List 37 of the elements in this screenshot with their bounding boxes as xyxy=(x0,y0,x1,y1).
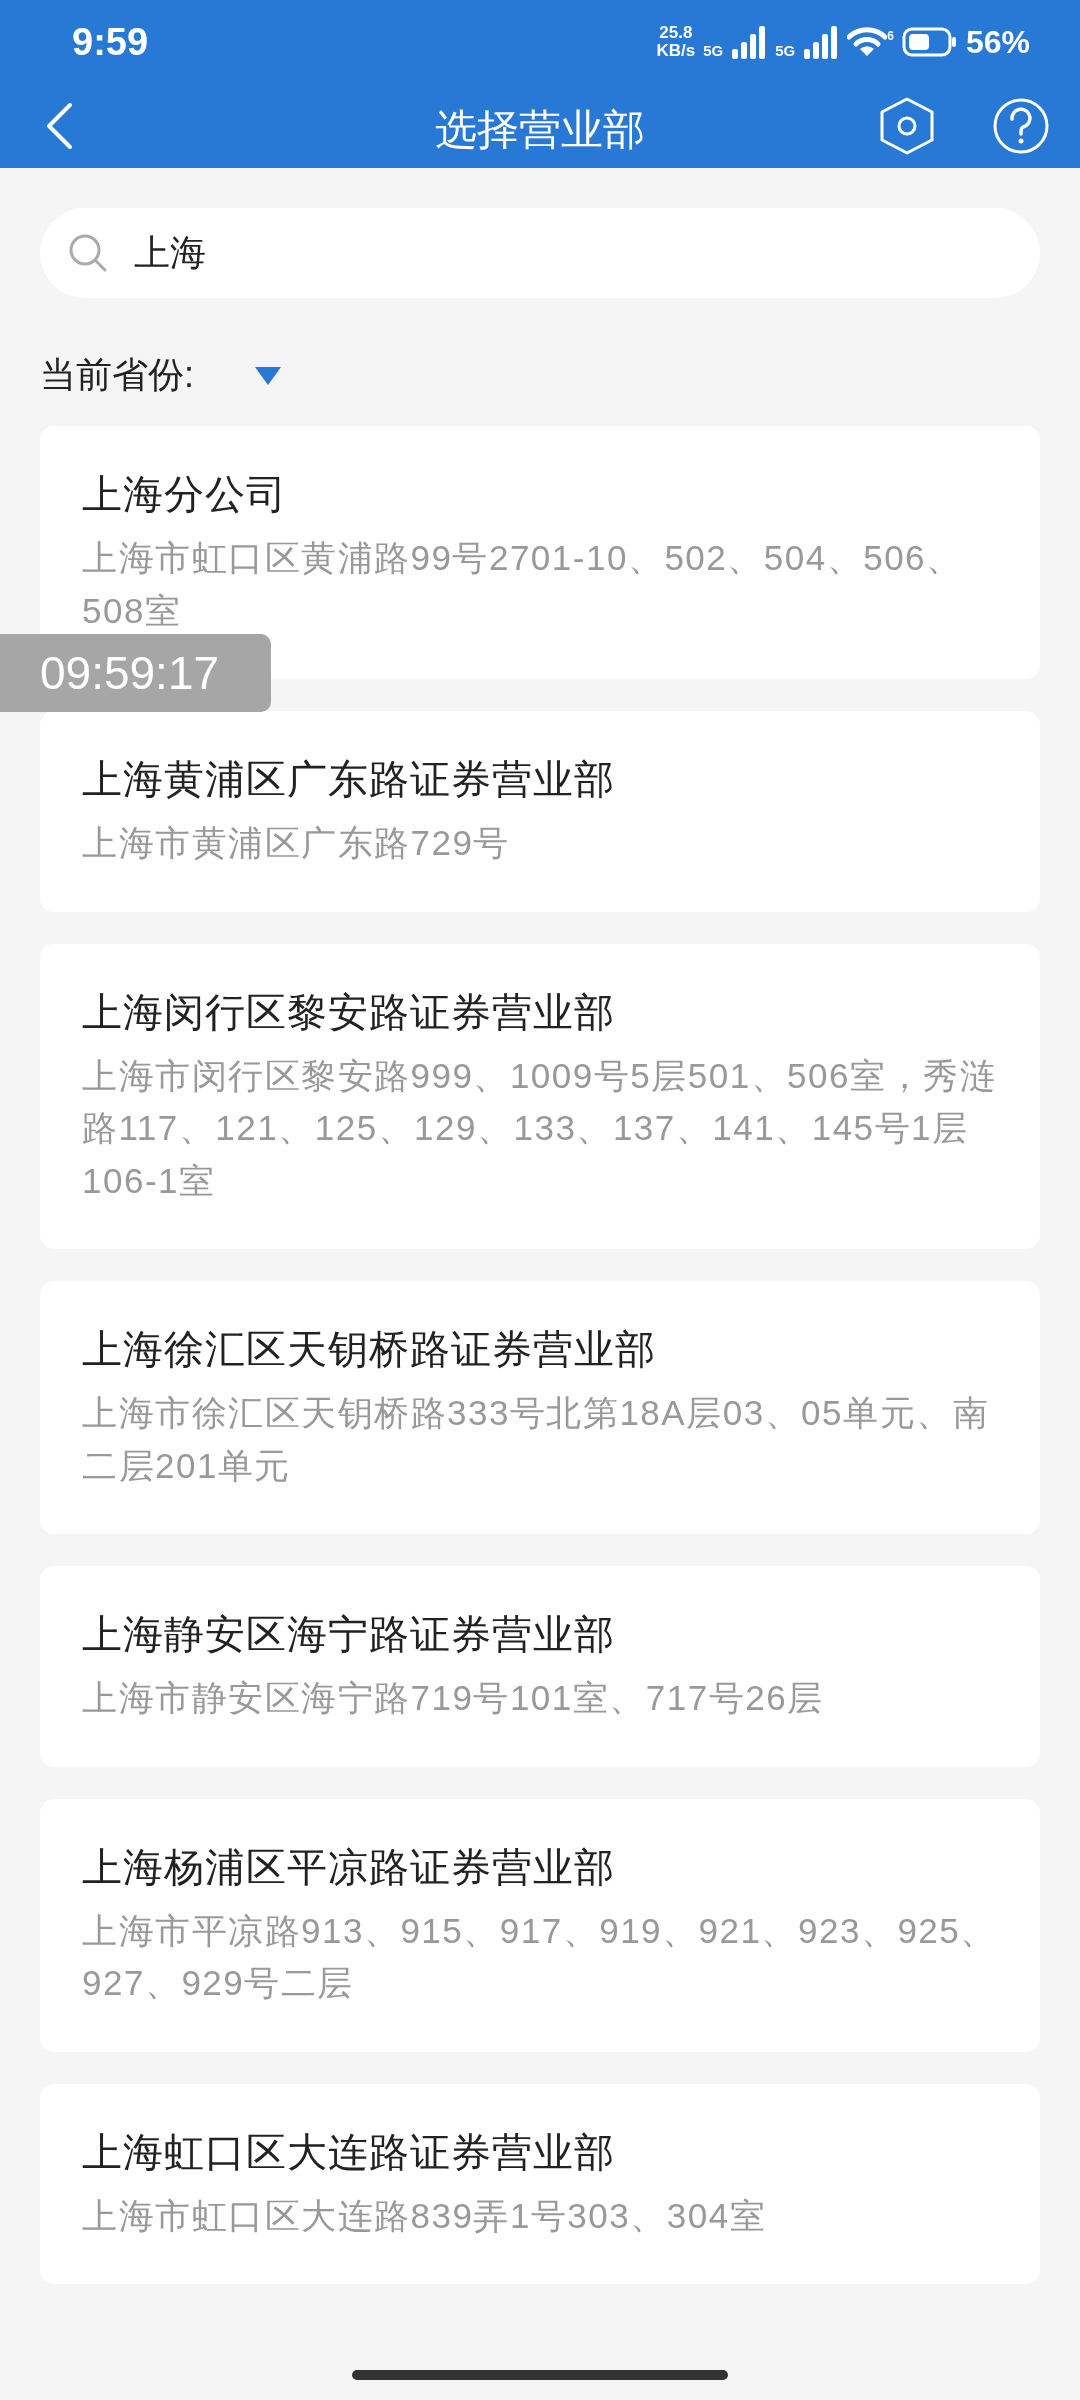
branch-name: 上海静安区海宁路证券营业部 xyxy=(82,1611,616,1658)
help-button[interactable] xyxy=(992,97,1050,155)
branch-name: 上海分公司 xyxy=(82,471,288,518)
signal-icon xyxy=(803,25,840,59)
battery-icon xyxy=(901,27,958,57)
back-button[interactable] xyxy=(44,102,74,150)
branch-name: 上海杨浦区平凉路证券营业部 xyxy=(82,1843,616,1891)
page-title: 选择营业部 xyxy=(435,105,645,155)
branch-name: 上海虹口区大连路证券营业部 xyxy=(82,2128,616,2176)
branch-name: 上海徐汇区天钥桥路证券营业部 xyxy=(82,1326,657,1373)
branch-card[interactable]: 上海静安区海宁路证券营业部 上海市静安区海宁路719号101室、717号26层 xyxy=(40,1566,1040,1767)
branch-address: 上海市徐汇区天钥桥路333号北第18A层03、05单元、南二层201单元 xyxy=(82,1392,991,1487)
wifi-icon xyxy=(847,27,888,57)
network-speed: 25.8 KB/s xyxy=(656,24,696,60)
branch-address: 上海市闵行区黎安路999、1009号5层501、506室，秀涟路117、121、125、129、133、137、141、145号1层106-1室 xyxy=(82,1054,997,1202)
branch-address: 上海市虹口区黄浦路99号2701-10、502、504、506、508室 xyxy=(82,537,964,632)
branch-card[interactable]: 上海闵行区黎安路证券营业部 上海市闵行区黎安路999、1009号5层501、506室，秀涟路117、121、125、129、133、137、141、145号1层106-1室 xyxy=(40,943,1040,1249)
branch-address: 上海市黄浦区广东路729号 xyxy=(82,822,511,864)
province-label: 当前省份: xyxy=(40,353,194,397)
search-field[interactable]: 上海 xyxy=(40,208,1040,298)
branch-card[interactable]: 上海徐汇区天钥桥路证券营业部 上海市徐汇区天钥桥路333号北第18A层03、05单元、南二层201单元 xyxy=(40,1281,1040,1534)
branch-card[interactable]: 上海杨浦区平凉路证券营业部 上海市平凉路913、915、917、919、921、923、925、927、929号二层 xyxy=(40,1798,1040,2052)
status-time: 9:59 xyxy=(72,19,149,65)
branch-card[interactable]: 上海黄浦区广东路证券营业部 上海市黄浦区广东路729号 xyxy=(40,711,1040,912)
timestamp-overlay: 09:59:17 xyxy=(0,634,271,712)
branch-name: 上海黄浦区广东路证券营业部 xyxy=(82,756,616,803)
battery-percent: 56% xyxy=(965,23,1030,62)
branch-card[interactable]: 上海虹口区大连路证券营业部 上海市虹口区大连路839弄1号303、304室 xyxy=(40,2083,1040,2284)
branch-name: 上海闵行区黎安路证券营业部 xyxy=(82,988,616,1036)
network-type: 5G xyxy=(703,41,724,61)
wifi-label: 6 xyxy=(887,28,894,45)
signal-icon xyxy=(731,25,768,59)
settings-button[interactable] xyxy=(878,96,936,156)
network-type: 5G xyxy=(775,41,796,61)
branch-address: 上海市平凉路913、915、917、919、921、923、925、927、929号二层 xyxy=(82,1909,998,2004)
branch-address: 上海市虹口区大连路839弄1号303、304室 xyxy=(82,2194,768,2237)
branch-address: 上海市静安区海宁路719号101室、717号26层 xyxy=(82,1677,825,1719)
